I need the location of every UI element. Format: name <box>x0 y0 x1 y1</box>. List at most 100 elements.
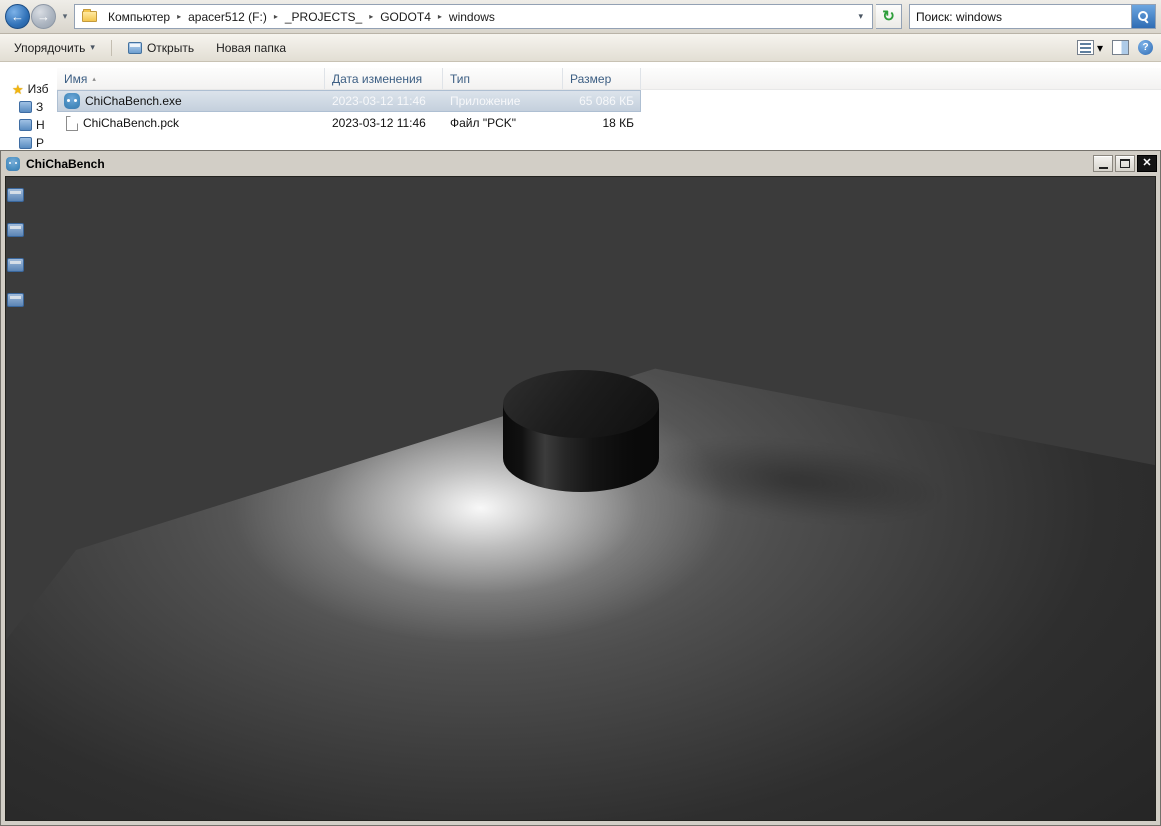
file-type-cell: Приложение <box>450 94 521 108</box>
chichabench-window: ChiChaBench ✕ <box>0 150 1161 826</box>
open-label: Открыть <box>146 40 195 55</box>
titlebar[interactable]: ChiChaBench ✕ <box>1 151 1160 174</box>
column-type-label: Тип <box>450 71 471 86</box>
open-button[interactable]: Открыть <box>122 38 200 58</box>
toolbar-separator <box>110 39 112 56</box>
sidebar-favorites-label: Изб <box>27 82 49 96</box>
organize-label: Упорядочить <box>14 40 86 55</box>
explorer-main: ★ Изб З Н Р Имя ▴ Дата изменения Тип Раз… <box>0 63 1161 150</box>
refresh-button[interactable]: ↻ <box>876 4 902 29</box>
address-bar[interactable]: Компьютер ▸ apacer512 (F:) ▸ _PROJECTS_ … <box>74 4 873 29</box>
column-header-type[interactable]: Тип <box>443 68 563 89</box>
file-name: ChiChaBench.pck <box>83 116 180 130</box>
sidebar-item-recent[interactable]: Н <box>0 116 57 134</box>
file-row-pck[interactable]: ChiChaBench.pck 2023-03-12 11:46 Файл "P… <box>57 112 641 134</box>
sidebar-ghost-icon <box>7 258 24 272</box>
sidebar-item-label: Р <box>36 136 45 150</box>
close-button[interactable]: ✕ <box>1137 155 1157 172</box>
search-input[interactable] <box>910 9 1131 24</box>
breadcrumb-item-computer[interactable]: Компьютер <box>103 10 175 24</box>
file-list: Имя ▴ Дата изменения Тип Размер ChiChaBe… <box>57 68 1161 134</box>
column-size-label: Размер <box>570 71 612 86</box>
chevron-down-icon: ▾ <box>1096 40 1103 55</box>
explorer-command-bar: Упорядочить ▾ Открыть Новая папка ▾ ? <box>0 34 1161 62</box>
file-size-cell: 18 КБ <box>602 116 634 130</box>
change-view-button[interactable]: ▾ <box>1076 40 1103 55</box>
godot-window-icon <box>6 156 20 171</box>
run-app-icon <box>127 41 142 54</box>
recent-places-icon <box>19 119 32 131</box>
sort-ascending-icon: ▴ <box>92 75 96 83</box>
breadcrumb-separator-icon: ▸ <box>369 12 374 21</box>
forward-arrow-icon: → <box>37 9 50 24</box>
column-header-filler <box>641 68 1161 89</box>
file-name-cell: ChiChaBench.pck <box>57 115 325 131</box>
sidebar-item-downloads[interactable]: З <box>0 98 57 116</box>
sidebar-item-favorites[interactable]: ★ Изб <box>0 80 57 98</box>
breadcrumb-item-drive[interactable]: apacer512 (F:) <box>183 10 272 24</box>
recent-pages-chevron-icon[interactable]: ▾ <box>59 11 71 22</box>
column-headers: Имя ▴ Дата изменения Тип Размер <box>57 68 1161 90</box>
sidebar-item-label: З <box>36 100 44 114</box>
cylinder-top-face <box>503 370 659 438</box>
refresh-icon: ↻ <box>882 8 895 25</box>
back-arrow-icon: ← <box>11 9 24 24</box>
file-date-cell: 2023-03-12 11:46 <box>332 116 426 130</box>
star-icon: ★ <box>12 81 24 97</box>
toolbar-right-group: ▾ ? <box>1076 40 1153 55</box>
column-header-size[interactable]: Размер <box>563 68 641 89</box>
close-icon: ✕ <box>1142 157 1152 169</box>
minimize-button[interactable] <box>1093 155 1113 172</box>
sidebar: ★ Изб З Н Р <box>0 63 57 150</box>
breadcrumb-separator-icon: ▸ <box>273 12 278 21</box>
screen: ← → ▾ Компьютер ▸ apacer512 (F:) ▸ _PROJ… <box>0 0 1161 826</box>
chevron-down-icon: ▾ <box>90 42 95 52</box>
new-folder-label: Новая папка <box>216 40 287 55</box>
new-folder-button[interactable]: Новая папка <box>210 38 292 58</box>
sidebar-ghost-icon <box>7 188 24 202</box>
folder-icon <box>82 9 97 22</box>
sidebar-item-label: Н <box>36 118 45 132</box>
document-file-icon <box>66 115 78 131</box>
magnifier-icon <box>1138 11 1149 22</box>
organize-button[interactable]: Упорядочить ▾ <box>8 38 101 58</box>
help-button[interactable]: ? <box>1138 40 1153 55</box>
file-name: ChiChaBench.exe <box>85 94 182 108</box>
downloads-icon <box>19 101 32 113</box>
minimize-icon <box>1098 167 1108 169</box>
file-type-cell: Файл "PCK" <box>450 116 517 130</box>
column-header-name[interactable]: Имя ▴ <box>57 68 325 89</box>
column-name-label: Имя <box>64 71 88 86</box>
file-date-cell: 2023-03-12 11:46 <box>332 94 426 108</box>
breadcrumb-item-projects[interactable]: _PROJECTS_ <box>280 10 367 24</box>
forward-button[interactable]: → <box>31 4 56 29</box>
breadcrumb-item-windows[interactable]: windows <box>444 10 500 24</box>
file-size-cell: 65 086 КБ <box>579 94 634 108</box>
breadcrumb-separator-icon: ▸ <box>437 12 442 21</box>
sidebar-ghost-icon <box>7 293 24 307</box>
column-header-date[interactable]: Дата изменения <box>325 68 443 89</box>
file-name-cell: ChiChaBench.exe <box>57 93 325 109</box>
preview-pane-button[interactable] <box>1112 40 1129 55</box>
window-controls: ✕ <box>1093 155 1157 172</box>
explorer-navbar: ← → ▾ Компьютер ▸ apacer512 (F:) ▸ _PROJ… <box>0 0 1161 34</box>
sidebar-ghost-icon <box>7 223 24 237</box>
maximize-button[interactable] <box>1115 155 1135 172</box>
back-button[interactable]: ← <box>5 4 30 29</box>
godot-app-icon <box>64 93 80 109</box>
game-viewport[interactable] <box>5 176 1156 821</box>
list-view-icon <box>1076 40 1094 55</box>
breadcrumb-separator-icon: ▸ <box>177 12 182 21</box>
sidebar-item-desktop[interactable]: Р <box>0 134 57 150</box>
search-box <box>909 4 1156 29</box>
maximize-icon <box>1120 159 1130 168</box>
column-date-label: Дата изменения <box>332 71 423 86</box>
search-button[interactable] <box>1131 5 1155 28</box>
help-icon: ? <box>1142 42 1149 53</box>
desktop-icon <box>19 137 32 149</box>
breadcrumb-item-godot4[interactable]: GODOT4 <box>375 10 436 24</box>
address-dropdown-icon[interactable]: ▾ <box>853 11 868 22</box>
file-row-exe[interactable]: ChiChaBench.exe 2023-03-12 11:46 Приложе… <box>57 90 641 112</box>
window-title: ChiChaBench <box>26 156 105 171</box>
explorer-window: ← → ▾ Компьютер ▸ apacer512 (F:) ▸ _PROJ… <box>0 0 1161 150</box>
